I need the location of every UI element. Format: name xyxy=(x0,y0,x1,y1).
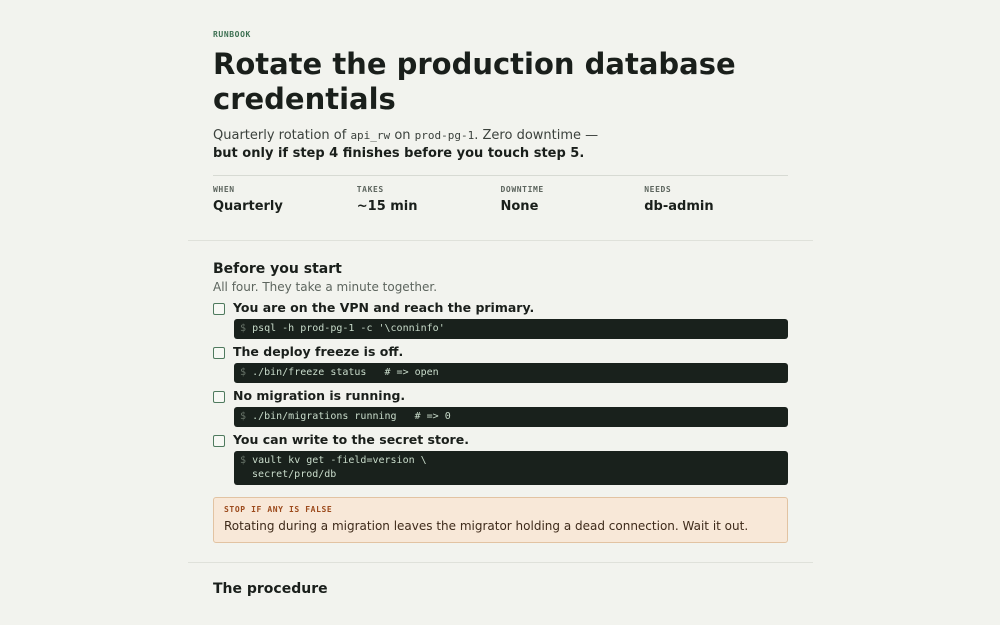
lede-code-host: prod-pg-1 xyxy=(414,129,475,142)
section-heading: Before you start xyxy=(213,261,342,277)
code-block: $ psql -h prod-pg-1 -c '\conninfo' xyxy=(234,319,788,339)
checklist-item: You can write to the secret store. $ vau… xyxy=(213,431,788,485)
section-heading: The procedure xyxy=(213,581,328,597)
checklist-item: No migration is running. $ ./bin/migrati… xyxy=(213,387,788,427)
lede: Quarterly rotation of api_rw on prod-pg-… xyxy=(213,127,788,163)
lede-text: Quarterly rotation of xyxy=(213,128,351,143)
runbook-page: RUNBOOK Rotate the production database c… xyxy=(188,0,813,598)
checklist-label: The deploy freeze is off. xyxy=(233,344,404,359)
code-text: vault kv get -field=version \ secret/pro… xyxy=(252,455,427,480)
lede-text: . Zero downtime — xyxy=(474,128,599,143)
page-title: Rotate the production database credentia… xyxy=(213,47,736,116)
section-subtitle: All four. They take a minute together. xyxy=(213,280,438,294)
prompt-symbol: $ xyxy=(240,411,247,422)
lede-text: on xyxy=(390,128,415,143)
meta-key: WHEN xyxy=(213,185,235,194)
meta-downtime: DOWNTIME None xyxy=(501,185,645,215)
code-text: psql -h prod-pg-1 -c '\conninfo' xyxy=(252,323,445,334)
before-you-start-section: Before you start All four. They take a m… xyxy=(188,241,813,543)
procedure-section: The procedure xyxy=(188,563,813,598)
meta-value: ~15 min xyxy=(356,199,418,214)
meta-value: None xyxy=(500,199,539,214)
code-block: $ ./bin/migrations running # => 0 xyxy=(234,407,788,427)
checklist-label: You can write to the secret store. xyxy=(233,432,469,447)
meta-key: NEEDS xyxy=(644,185,672,194)
checkbox[interactable] xyxy=(213,347,225,359)
meta-value: db-admin xyxy=(644,199,714,214)
checklist-item: The deploy freeze is off. $ ./bin/freeze… xyxy=(213,343,788,383)
callout-title: STOP IF ANY IS FALSE xyxy=(224,505,333,514)
lede-warning: but only if step 4 finishes before you t… xyxy=(213,146,585,161)
meta-when: WHEN Quarterly xyxy=(213,185,357,215)
checklist-label: No migration is running. xyxy=(233,388,406,403)
checklist-label: You are on the VPN and reach the primary… xyxy=(233,300,535,315)
meta-needs: NEEDS db-admin xyxy=(644,185,788,215)
code-text: ./bin/freeze status # => open xyxy=(252,367,439,378)
eyebrow-label: RUNBOOK xyxy=(213,30,251,39)
checkbox[interactable] xyxy=(213,303,225,315)
warning-callout: STOP IF ANY IS FALSE Rotating during a m… xyxy=(213,497,788,543)
code-block: $ vault kv get -field=version \ secret/p… xyxy=(234,451,788,485)
callout-body: Rotating during a migration leaves the m… xyxy=(224,519,749,533)
prompt-symbol: $ xyxy=(240,455,247,466)
prompt-symbol: $ xyxy=(240,323,247,334)
checklist-item: You are on the VPN and reach the primary… xyxy=(213,299,788,339)
meta-takes: TAKES ~15 min xyxy=(357,185,501,215)
meta-key: TAKES xyxy=(356,185,384,194)
meta-key: DOWNTIME xyxy=(500,185,544,194)
meta-row: WHEN Quarterly TAKES ~15 min DOWNTIME No… xyxy=(213,175,788,215)
code-block: $ ./bin/freeze status # => open xyxy=(234,363,788,383)
lede-code-user: api_rw xyxy=(350,129,391,142)
checkbox[interactable] xyxy=(213,391,225,403)
code-text: ./bin/migrations running # => 0 xyxy=(252,411,451,422)
prompt-symbol: $ xyxy=(240,367,247,378)
meta-value: Quarterly xyxy=(213,199,283,214)
checkbox[interactable] xyxy=(213,435,225,447)
